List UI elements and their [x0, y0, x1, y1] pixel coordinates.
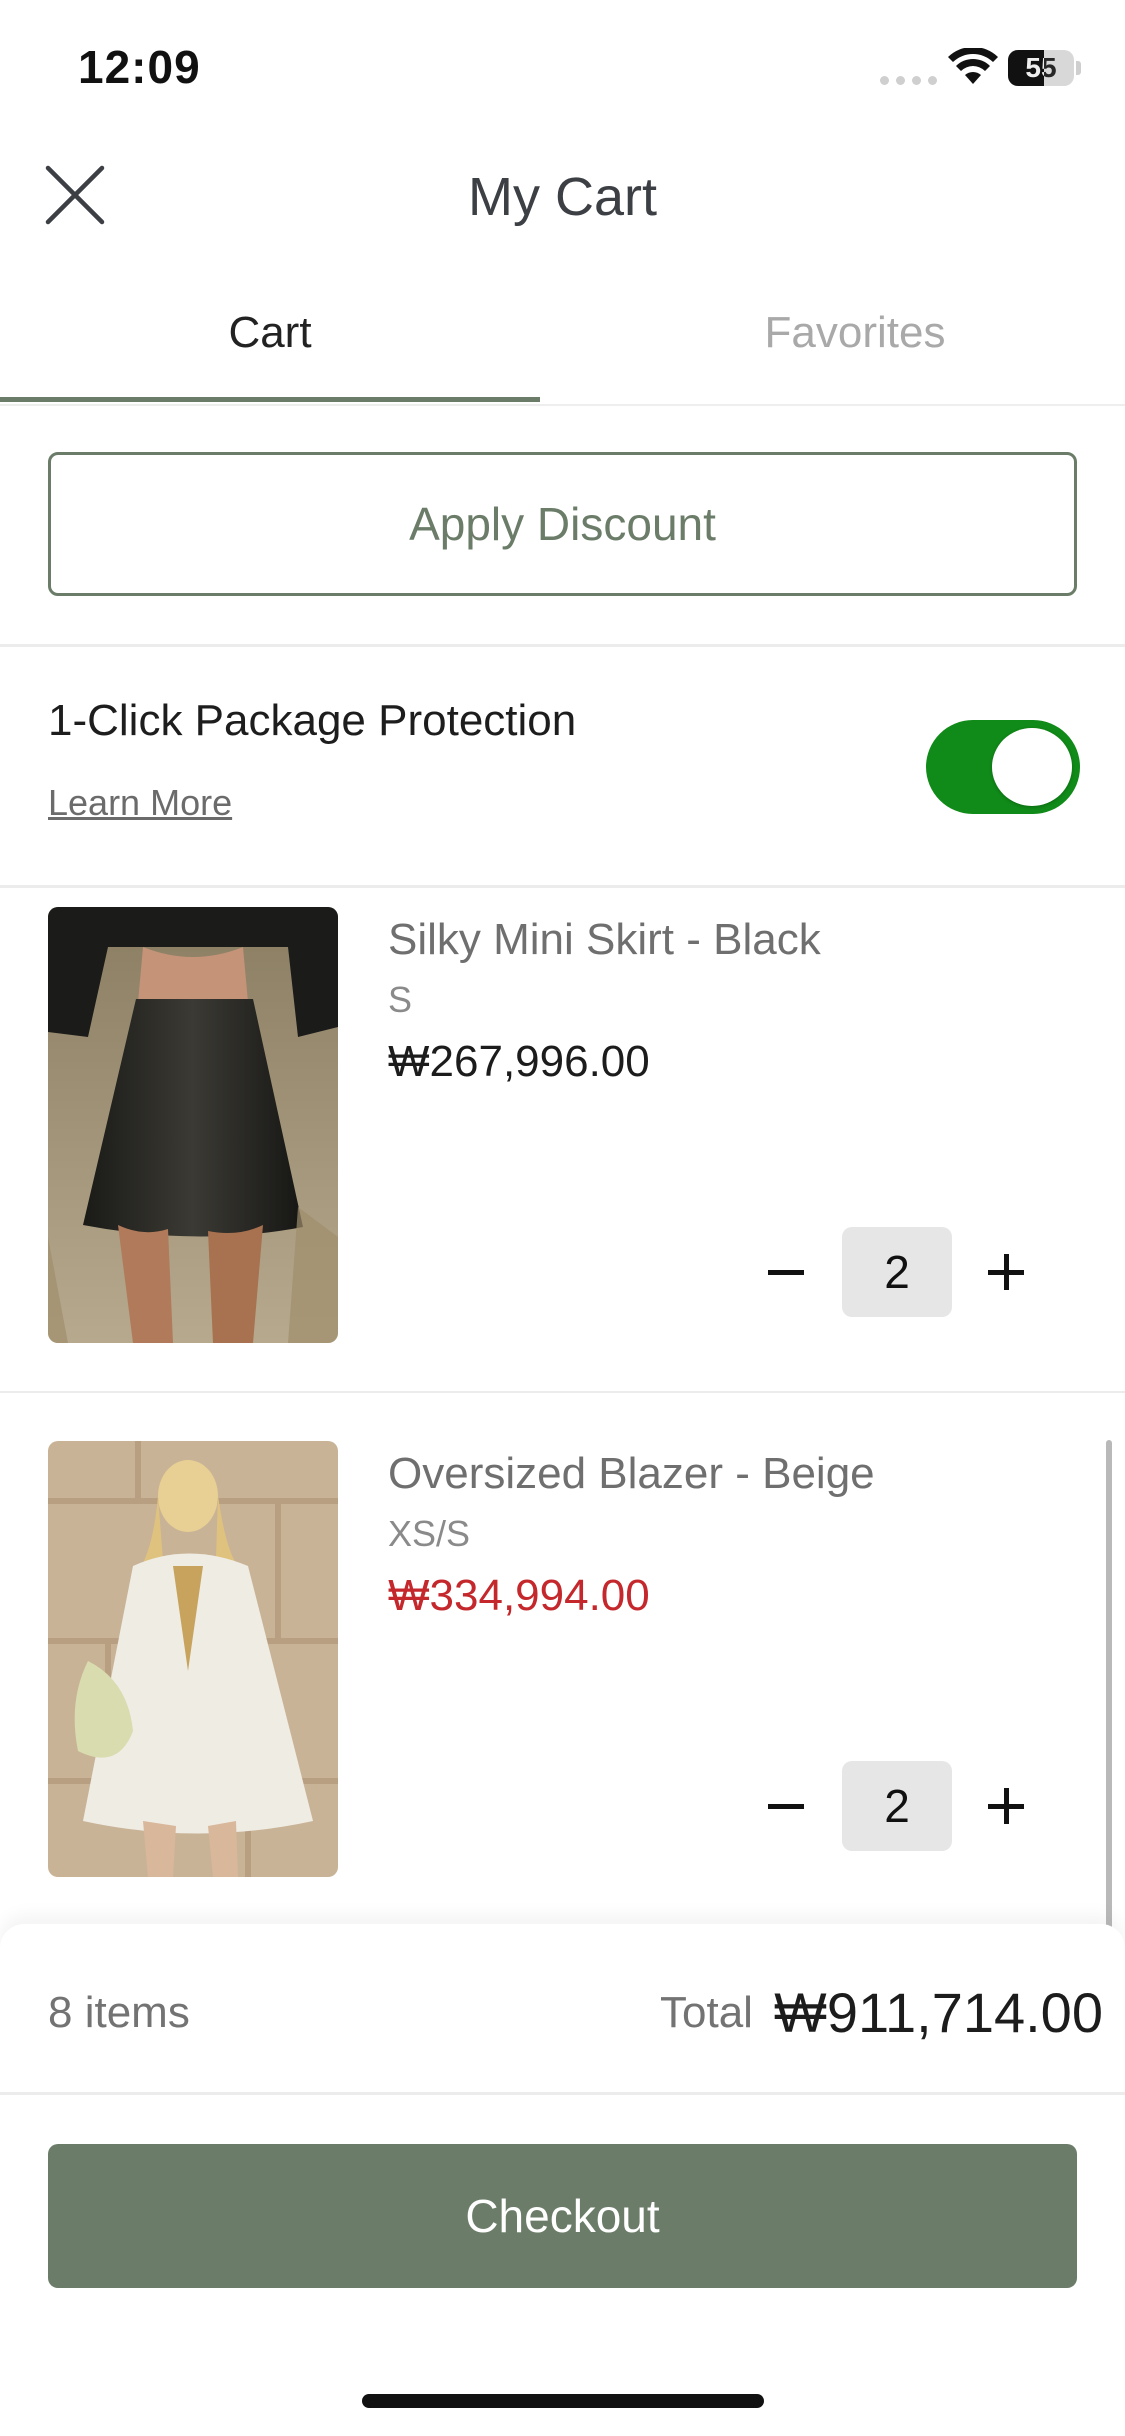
- package-protection-title: 1-Click Package Protection: [48, 696, 577, 745]
- total-value: ₩911,714.00: [774, 1981, 1103, 2044]
- increase-quantity-button[interactable]: [980, 1771, 1032, 1841]
- quantity-value[interactable]: 2: [842, 1227, 952, 1317]
- total-label: Total: [660, 1988, 753, 2037]
- scrollbar[interactable]: [1106, 1440, 1112, 1932]
- tab-bar: Cart Favorites: [0, 290, 1125, 406]
- status-bar: 12:09 55: [0, 0, 1125, 140]
- tab-favorites[interactable]: Favorites: [585, 290, 1125, 406]
- learn-more-link[interactable]: Learn More: [48, 782, 232, 824]
- active-tab-indicator: [0, 397, 540, 402]
- home-indicator[interactable]: [362, 2394, 764, 2408]
- package-protection-toggle[interactable]: [926, 720, 1080, 814]
- checkout-button[interactable]: Checkout: [48, 2144, 1077, 2288]
- product-price: ₩267,996.00: [388, 1037, 650, 1086]
- battery-icon: 55: [1008, 50, 1074, 86]
- quantity-value[interactable]: 2: [842, 1761, 952, 1851]
- divider: [0, 1391, 1125, 1393]
- items-count: 8 items: [48, 1988, 190, 2037]
- product-name[interactable]: Silky Mini Skirt - Black: [388, 915, 821, 965]
- battery-nub: [1076, 61, 1081, 75]
- status-time: 12:09: [78, 41, 201, 93]
- cart-item: Oversized Blazer - Beige XS/S ₩334,994.0…: [0, 1421, 1125, 1955]
- divider: [0, 2092, 1125, 2095]
- decrease-quantity-button[interactable]: [760, 1771, 812, 1841]
- wifi-icon: [948, 48, 998, 84]
- product-price: ₩334,994.00: [388, 1571, 650, 1620]
- product-size: XS/S: [388, 1513, 471, 1554]
- battery-level: 55: [1025, 52, 1057, 83]
- tab-cart[interactable]: Cart: [0, 290, 540, 406]
- apply-discount-button[interactable]: Apply Discount: [48, 452, 1077, 596]
- toggle-knob: [992, 728, 1072, 806]
- divider: [0, 644, 1125, 647]
- signal-dots-icon: [880, 76, 937, 85]
- increase-quantity-button[interactable]: [980, 1237, 1032, 1307]
- product-size: S: [388, 979, 413, 1020]
- product-image-skirt[interactable]: [48, 907, 338, 1343]
- page-title: My Cart: [468, 167, 657, 227]
- cart-item: Silky Mini Skirt - Black S ₩267,996.00 2: [0, 887, 1125, 1421]
- product-image-blazer[interactable]: [48, 1441, 338, 1877]
- product-name[interactable]: Oversized Blazer - Beige: [388, 1449, 875, 1499]
- cart-summary-footer: 8 items Total ₩911,714.00 Checkout: [0, 1924, 1125, 2436]
- decrease-quantity-button[interactable]: [760, 1237, 812, 1307]
